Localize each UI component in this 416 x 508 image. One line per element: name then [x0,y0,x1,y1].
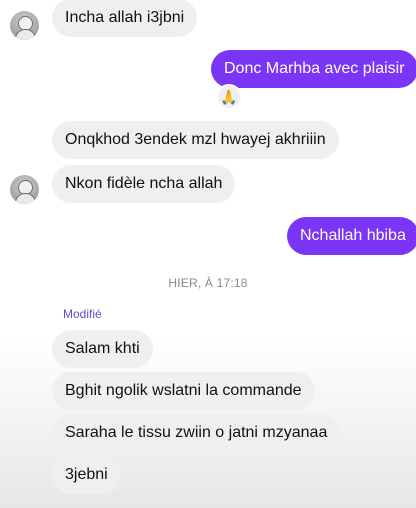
incoming-message[interactable]: Saraha le tissu zwiin o jatni mzyanaa [52,414,341,452]
outgoing-message[interactable]: Nchallah hbiba [287,217,416,255]
incoming-message[interactable]: 3jebni [52,456,121,494]
incoming-message[interactable]: Nkon fidèle ncha allah [52,165,236,203]
pray-reaction-icon[interactable]: 🙏 [216,84,242,110]
incoming-message[interactable]: Salam khti [52,330,153,368]
outgoing-message[interactable]: Donc Marhba avec plaisir [211,50,416,88]
message-timestamp: HIER, À 17:18 [168,276,248,290]
contact-avatar[interactable] [10,175,39,204]
avatar-body-icon [15,193,36,204]
avatar-body-icon [15,29,36,40]
incoming-message[interactable]: Bghit ngolik wslatni la commande [52,372,315,410]
incoming-message[interactable]: Incha allah i3jbni [52,0,198,37]
edited-label[interactable]: Modifié [63,307,102,321]
incoming-message[interactable]: Onqkhod 3endek mzl hwayej akhriiin [52,121,339,159]
contact-avatar[interactable] [10,11,39,40]
